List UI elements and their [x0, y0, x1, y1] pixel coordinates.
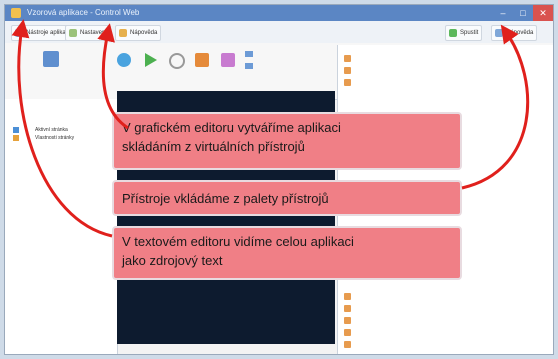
question-icon: [495, 29, 503, 37]
palette-row[interactable]: [344, 339, 545, 349]
instrument-icon: [344, 340, 351, 348]
callout-graphic-editor-line2: skládáním z virtuálních přístrojů: [122, 139, 305, 154]
grid-icon[interactable]: [245, 63, 253, 69]
callout-graphic-editor: V grafickém editoru vytváříme aplikaci s…: [112, 112, 462, 170]
settings-icon: [69, 29, 77, 37]
title-bar: Vzorová aplikace - Control Web – □ ✕: [5, 5, 553, 21]
help-button-label: Nápověda: [506, 30, 534, 36]
instrument-icon: [344, 292, 351, 300]
window-title: Vzorová aplikace - Control Web: [27, 8, 140, 17]
tree-node-icon: [13, 127, 19, 133]
instrument-icon: [344, 304, 351, 312]
toolbar-button-2[interactable]: Nastavení: [65, 25, 112, 41]
palette-row[interactable]: [344, 77, 545, 87]
callout-text-editor-line2: jako zdrojový text: [122, 253, 223, 268]
instrument-icon: [344, 316, 351, 324]
tool-icon: [15, 29, 23, 37]
callout-palette-text: Přístroje vkládáme z palety přístrojů: [122, 191, 329, 206]
minimize-button[interactable]: –: [493, 5, 513, 21]
maximize-button[interactable]: □: [513, 5, 533, 21]
toolbar-button-3-label: Nápověda: [130, 30, 158, 36]
tree-item-active-page[interactable]: Aktivní stránka: [35, 127, 68, 133]
instrument-icon: [344, 54, 351, 62]
close-button[interactable]: ✕: [533, 5, 553, 21]
toolbar-button-2-label: Nastavení: [80, 30, 108, 36]
toolbar-button-3[interactable]: Nápověda: [115, 25, 162, 41]
app-icon: [11, 8, 21, 18]
palette-row[interactable]: [344, 315, 545, 325]
save-icon[interactable]: [43, 51, 59, 67]
palette-row[interactable]: [344, 327, 545, 337]
palette-row[interactable]: [344, 65, 545, 75]
tree-item-page-properties[interactable]: Vlastnosti stránky: [35, 135, 74, 141]
palette-row[interactable]: [344, 53, 545, 63]
run-button[interactable]: Spustit: [445, 25, 483, 41]
top-toolbar: Nástroje aplikace Nastavení Nápověda Spu…: [5, 21, 553, 44]
globe-icon[interactable]: [117, 53, 131, 67]
palette-row[interactable]: [344, 303, 545, 313]
stop-icon[interactable]: [169, 53, 185, 69]
window-controls: – □ ✕: [493, 5, 553, 21]
callout-graphic-editor-line1: V grafickém editoru vytváříme aplikaci: [122, 120, 341, 135]
grid-icon[interactable]: [245, 51, 253, 57]
play-icon: [449, 29, 457, 37]
help-icon: [119, 29, 127, 37]
play-icon[interactable]: [145, 53, 157, 67]
run-button-label: Spustit: [460, 30, 479, 36]
instrument-icon: [344, 78, 351, 86]
help-button[interactable]: Nápověda: [491, 25, 538, 41]
tree-node-icon: [13, 135, 19, 141]
instrument-icon: [344, 328, 351, 336]
callout-palette: Přístroje vkládáme z palety přístrojů: [112, 180, 462, 216]
palette-icon[interactable]: [221, 53, 235, 67]
instrument-icon: [344, 66, 351, 74]
callout-text-editor: V textovém editoru vidíme celou aplikaci…: [112, 226, 462, 280]
callout-text-editor-line1: V textovém editoru vidíme celou aplikaci: [122, 234, 354, 249]
palette-row[interactable]: [344, 291, 545, 301]
project-tree-panel: Aktivní stránka Vlastnosti stránky: [5, 99, 118, 354]
instrument-icon[interactable]: [195, 53, 209, 67]
